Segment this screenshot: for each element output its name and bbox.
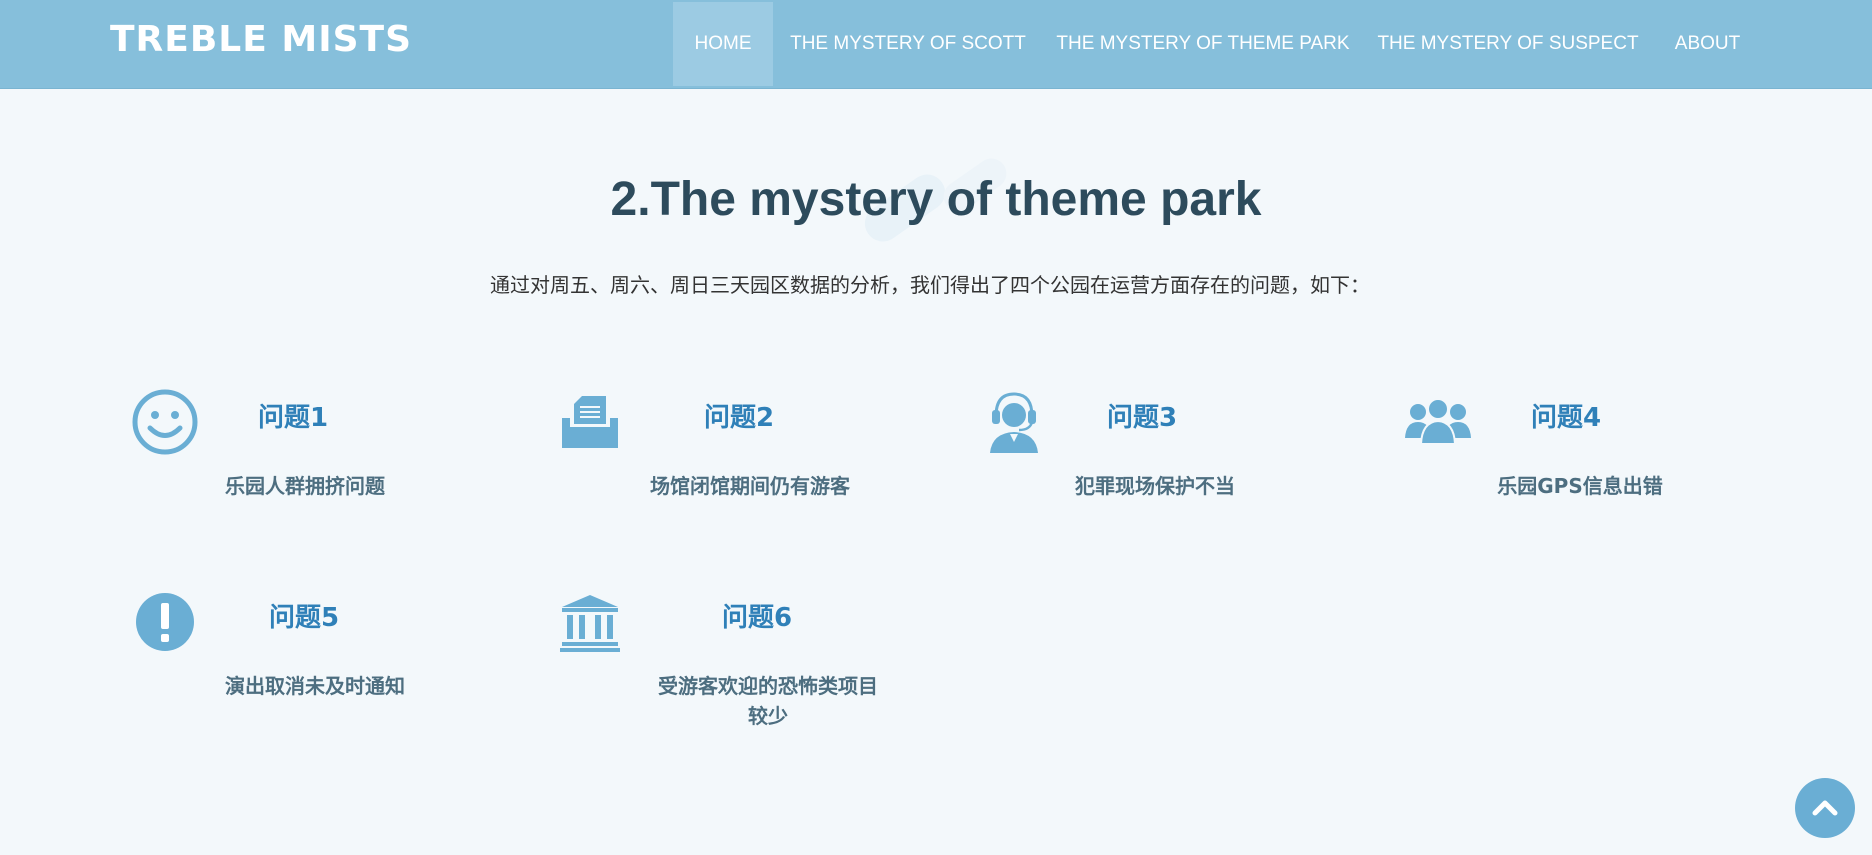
problem-4-desc: 乐园GPS信息出错 <box>1497 474 1663 498</box>
document-tray-icon <box>562 396 618 448</box>
problem-2-title: 问题2 <box>704 403 775 433</box>
problem-3-title: 问题3 <box>1107 403 1178 433</box>
exclamation-icon <box>136 593 194 651</box>
problem-1-desc: 乐园人群拥挤问题 <box>225 474 385 498</box>
headset-agent-icon <box>990 392 1038 453</box>
problem-6-title: 问题6 <box>722 603 793 633</box>
user-group-icon <box>1405 398 1471 445</box>
smiley-icon <box>132 389 198 455</box>
problem-6-desc: 受游客欢迎的恐怖类项目较少 <box>658 674 878 728</box>
problem-5-desc: 演出取消未及时通知 <box>225 674 405 698</box>
problem-5-title: 问题5 <box>269 603 340 633</box>
top-navbar: TREBLE MISTS HOME THE MYSTERY OF SCOTT T… <box>0 0 1872 89</box>
nav-mystery-of-theme-park[interactable]: THE MYSTERY OF THEME PARK <box>1050 2 1356 86</box>
intro-text: 通过对周五、周六、周日三天园区数据的分析，我们得出了四个公园在运营方面存在的问题… <box>490 273 1370 297</box>
chevron-up-icon <box>1812 800 1838 816</box>
back-to-top-button[interactable] <box>1795 778 1855 838</box>
nav-about[interactable]: ABOUT <box>1665 2 1750 86</box>
problem-4-title: 问题4 <box>1531 403 1602 433</box>
nav-mystery-of-scott[interactable]: THE MYSTERY OF SCOTT <box>784 2 1032 86</box>
nav-mystery-of-suspect[interactable]: THE MYSTERY OF SUSPECT <box>1375 2 1641 86</box>
problem-2-desc: 场馆闭馆期间仍有游客 <box>650 474 850 498</box>
site-logo[interactable]: TREBLE MISTS <box>110 18 412 62</box>
problem-1-title: 问题1 <box>258 403 329 433</box>
problem-3-desc: 犯罪现场保护不当 <box>1075 474 1235 498</box>
bank-building-icon <box>560 595 620 652</box>
page-title: 2.The mystery of theme park <box>610 173 1262 226</box>
nav-home[interactable]: HOME <box>673 2 773 86</box>
